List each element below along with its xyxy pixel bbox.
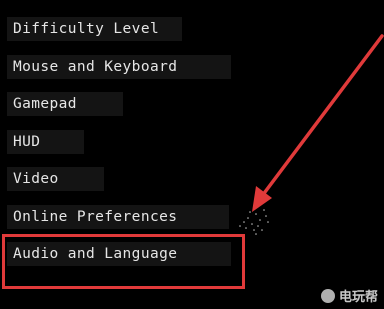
settings-menu: Difficulty Level Mouse and Keyboard Game… — [0, 0, 384, 309]
menu-item-difficulty-level[interactable]: Difficulty Level — [7, 17, 182, 41]
watermark: 电玩帮 — [320, 286, 378, 305]
menu-item-video[interactable]: Video — [7, 167, 104, 191]
menu-item-audio-and-language[interactable]: Audio and Language — [7, 242, 231, 266]
menu-item-online-preferences[interactable]: Online Preferences — [7, 205, 229, 229]
watermark-logo-icon — [320, 288, 335, 303]
menu-item-mouse-and-keyboard[interactable]: Mouse and Keyboard — [7, 55, 231, 79]
watermark-text: 电玩帮 — [338, 290, 378, 305]
menu-item-gamepad[interactable]: Gamepad — [7, 92, 123, 116]
menu-item-hud[interactable]: HUD — [7, 130, 84, 154]
